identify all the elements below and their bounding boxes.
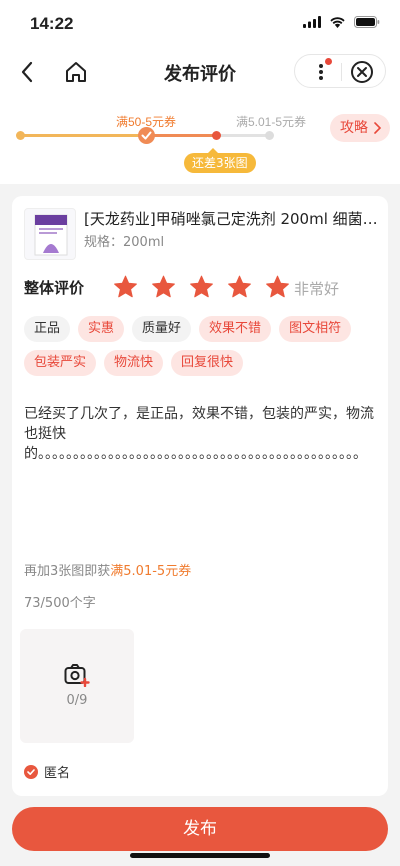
star-rating [112,274,291,300]
product-image [24,208,76,260]
mini-program-capsule [294,54,386,88]
star-icon[interactable] [264,274,291,300]
photo-count: 0/9 [66,693,88,708]
notification-dot [325,58,332,65]
progress-track-done [20,134,146,137]
checkbox-checked-icon [24,764,38,779]
status-bar: 14:22 [0,0,400,48]
reward-hint-highlight: 满5.01-5元券 [110,564,192,579]
tag-chip[interactable]: 实惠 [78,316,125,342]
tag-chip[interactable]: 效果不错 [199,316,272,342]
tag-chip[interactable]: 物流快 [104,350,164,376]
rating-row: 整体评价 非常好 [24,274,376,300]
capsule-divider [341,63,342,81]
camera-add-icon [64,664,90,687]
tag-chip[interactable]: 质量好 [132,316,192,342]
review-textarea[interactable]: 已经买了几次了，是正品，效果不错，包装的严实，物流也挺快的。。。。。。。。。。。… [24,404,376,464]
star-icon[interactable] [226,274,253,300]
tag-list: 正品 实惠 质量好 效果不错 图文相符包装严实 物流快 回复很快 [24,316,374,376]
guide-button[interactable]: 攻略 [330,114,390,142]
star-icon[interactable] [112,274,139,300]
star-icon[interactable] [188,274,215,300]
tier2-label: 满5.01-5元券 [236,115,307,129]
status-time: 14:22 [30,14,74,33]
product-spec: 规格：200ml [84,235,165,250]
nav-bar: 发布评价 [0,48,400,96]
photo-upload-button[interactable]: 0/9 [20,629,134,743]
tier2-dot [265,131,274,140]
reward-hint-prefix: 再加3张图即获 [24,564,111,579]
chevron-right-icon [374,122,382,134]
progress-start-dot [16,131,25,140]
progress-track-remaining [216,134,270,137]
tag-chip[interactable]: 回复很快 [171,350,244,376]
tag-chip[interactable]: 包装严实 [24,350,97,376]
tag-chip[interactable]: 正品 [24,316,71,342]
product-title: [天龙药业]甲硝唑氯己定洗剂 200ml 细菌、霉菌、滴虫 [84,210,380,228]
review-card: [天龙药业]甲硝唑氯己定洗剂 200ml 细菌、霉菌、滴虫 规格：200ml 整… [12,196,388,796]
submit-button[interactable]: 发布 [12,807,388,851]
home-indicator [130,853,270,858]
wifi-icon [330,17,345,28]
rating-label: 整体评价 [24,279,85,297]
check-icon [141,131,152,140]
reward-progress: 满50-5元券 满5.01-5元券 还差3张图 攻略 [0,96,400,184]
tier1-check-dot [138,127,155,144]
anonymous-toggle[interactable]: 匿名 [24,762,70,781]
current-position-dot [212,131,221,140]
char-count: 73/500个字 [24,596,96,611]
gap-badge: 还差3张图 [184,148,256,173]
signal-icon [303,16,321,28]
tag-chip[interactable]: 图文相符 [279,316,352,342]
status-icons [303,16,380,28]
product-box-image [34,214,68,256]
battery-icon [354,16,380,28]
guide-label: 攻略 [340,120,368,136]
progress-track-current [146,134,216,137]
close-icon[interactable] [350,60,374,84]
reward-hint: 再加3张图即获满5.01-5元券 [24,560,191,579]
anonymous-label: 匿名 [44,766,71,781]
star-icon[interactable] [150,274,177,300]
rating-text: 非常好 [294,280,340,298]
